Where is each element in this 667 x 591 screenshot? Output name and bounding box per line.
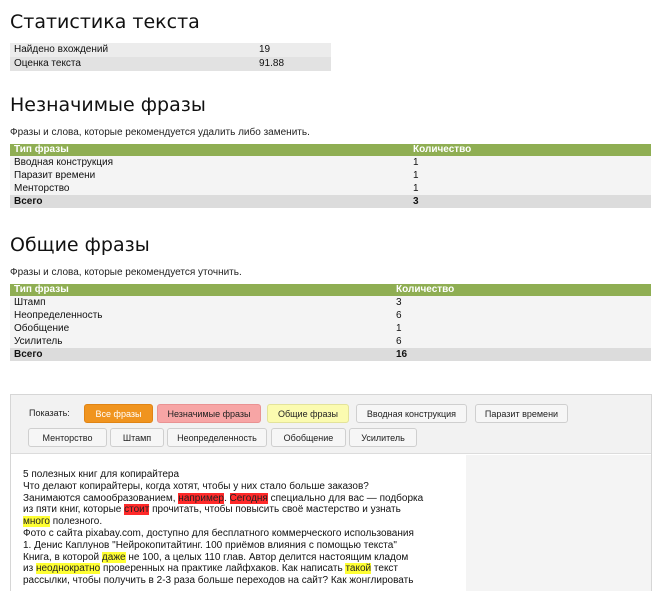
text-fragment: Занимаются самообразованием, — [23, 492, 179, 504]
stats-title: Статистика текста — [10, 11, 200, 33]
text-line: из неоднократно проверенных на практике … — [23, 563, 453, 575]
column-header-count: Количество — [392, 284, 651, 296]
highlight-insignificant[interactable]: например — [178, 492, 224, 504]
text-fragment: специально для вас — подборка — [267, 492, 424, 504]
phrase-type: Паразит времени — [10, 169, 409, 182]
text-fragment: . — [223, 492, 230, 504]
phrase-count: 1 — [409, 156, 651, 169]
text-line: Фото с сайта pixabay.com, доступно для б… — [23, 527, 414, 539]
total-label: Всего — [10, 348, 392, 361]
phrase-count: 6 — [392, 335, 651, 348]
phrase-count: 3 — [392, 296, 651, 309]
highlight-insignificant[interactable]: стоит — [124, 504, 150, 516]
total-label: Всего — [10, 195, 409, 208]
phrase-type: Усилитель — [10, 335, 392, 348]
insignificant-title: Незначимые фразы — [10, 94, 206, 116]
page: Статистика текста Найдено вхождений 19 О… — [0, 0, 667, 591]
total-value: 3 — [409, 195, 651, 208]
text-fragment: Книга, в которой — [23, 551, 102, 563]
common-description: Фразы и слова, которые рекомендуется уто… — [10, 267, 242, 278]
text-fragment: из — [23, 563, 36, 575]
common-title: Общие фразы — [10, 234, 150, 256]
insignificant-description: Фразы и слова, которые рекомендуется уда… — [10, 127, 310, 138]
phrase-type: Менторство — [10, 182, 409, 195]
text-line: 1. Денис Каплунов "Нейрокопитайтинг. 100… — [23, 539, 397, 551]
column-header-type: Тип фразы — [10, 144, 409, 156]
column-header-type: Тип фразы — [10, 284, 392, 296]
filter-intro-construction-button[interactable]: Вводная конструкция — [356, 404, 467, 423]
table-row: Оценка текста 91.88 — [10, 57, 331, 71]
filter-mentoring-button[interactable]: Менторство — [28, 428, 107, 447]
text-fragment: не 100, а целых 110 глав. Автор делится … — [125, 551, 409, 563]
filter-stamp-button[interactable]: Штамп — [110, 428, 164, 447]
phrase-type: Штамп — [10, 296, 392, 309]
filter-toolbar: Показать: Все фразы Незначимые фразы Общ… — [11, 395, 651, 454]
highlight-common[interactable]: много — [23, 516, 50, 528]
table-row: Обобщение 1 — [10, 322, 651, 335]
text-line: рассылки, чтобы получить в 2-3 раза боль… — [23, 575, 414, 587]
text-analysis-panel: Показать: Все фразы Незначимые фразы Общ… — [10, 394, 652, 591]
side-panel — [466, 455, 651, 591]
highlight-common[interactable]: такой — [345, 563, 372, 575]
phrase-count: 1 — [409, 182, 651, 195]
total-value: 16 — [392, 348, 651, 361]
common-table: Тип фразы Количество Штамп 3 Неопределен… — [10, 284, 651, 361]
table-total-row: Всего 3 — [10, 195, 651, 208]
phrase-count: 6 — [392, 309, 651, 322]
filter-all-button[interactable]: Все фразы — [84, 404, 153, 423]
analyzed-text: 5 полезных книг для копирайтера Что дела… — [23, 469, 453, 587]
column-header-count: Количество — [409, 144, 651, 156]
text-line: Что делают копирайтеры, когда хотят, что… — [23, 480, 369, 492]
table-row: Неопределенность 6 — [10, 309, 651, 322]
phrase-type: Вводная конструкция — [10, 156, 409, 169]
table-row: Паразит времени 1 — [10, 169, 651, 182]
filter-uncertainty-button[interactable]: Неопределенность — [167, 428, 267, 447]
text-line: Книга, в которой даже не 100, а целых 11… — [23, 551, 453, 564]
text-line: из пяти книг, которые стоит прочитать, ч… — [23, 504, 453, 516]
text-fragment: из пяти книг, которые — [23, 504, 125, 516]
stats-label: Найдено вхождений — [10, 43, 255, 57]
phrase-count: 1 — [392, 322, 651, 335]
phrase-count: 1 — [409, 169, 651, 182]
filter-common-button[interactable]: Общие фразы — [267, 404, 349, 423]
stats-value: 19 — [255, 43, 331, 57]
text-fragment: проверенных на практике лайфхаков. Как н… — [100, 563, 346, 575]
stats-value: 91.88 — [255, 57, 331, 71]
text-fragment: прочитать, чтобы повысить своё мастерств… — [149, 504, 401, 516]
stats-label: Оценка текста — [10, 57, 255, 71]
text-line: 5 полезных книг для копирайтера — [23, 469, 180, 480]
text-fragment: полезного. — [49, 516, 103, 528]
table-header-row: Тип фразы Количество — [10, 144, 651, 156]
filter-generalization-button[interactable]: Обобщение — [271, 428, 346, 447]
table-total-row: Всего 16 — [10, 348, 651, 361]
text-line: много полезного. — [23, 516, 453, 528]
table-row: Штамп 3 — [10, 296, 651, 309]
highlight-common[interactable]: неоднократно — [35, 563, 101, 575]
table-row: Менторство 1 — [10, 182, 651, 195]
show-label: Показать: — [29, 408, 70, 418]
stats-table: Найдено вхождений 19 Оценка текста 91.88 — [10, 43, 331, 71]
text-line: Занимаются самообразованием, например. С… — [23, 492, 453, 505]
filter-time-parasite-button[interactable]: Паразит времени — [475, 404, 568, 423]
table-row: Найдено вхождений 19 — [10, 43, 331, 57]
highlight-common[interactable]: даже — [101, 551, 126, 563]
filter-intensifier-button[interactable]: Усилитель — [349, 428, 417, 447]
text-fragment: текст — [371, 563, 399, 575]
phrase-type: Неопределенность — [10, 309, 392, 322]
phrase-type: Обобщение — [10, 322, 392, 335]
filter-insignificant-button[interactable]: Незначимые фразы — [157, 404, 261, 423]
analyzed-text-area: 5 полезных книг для копирайтера Что дела… — [11, 455, 466, 591]
insignificant-table: Тип фразы Количество Вводная конструкция… — [10, 144, 651, 208]
table-header-row: Тип фразы Количество — [10, 284, 651, 296]
table-row: Усилитель 6 — [10, 335, 651, 348]
highlight-insignificant[interactable]: Сегодня — [229, 492, 268, 504]
table-row: Вводная конструкция 1 — [10, 156, 651, 169]
